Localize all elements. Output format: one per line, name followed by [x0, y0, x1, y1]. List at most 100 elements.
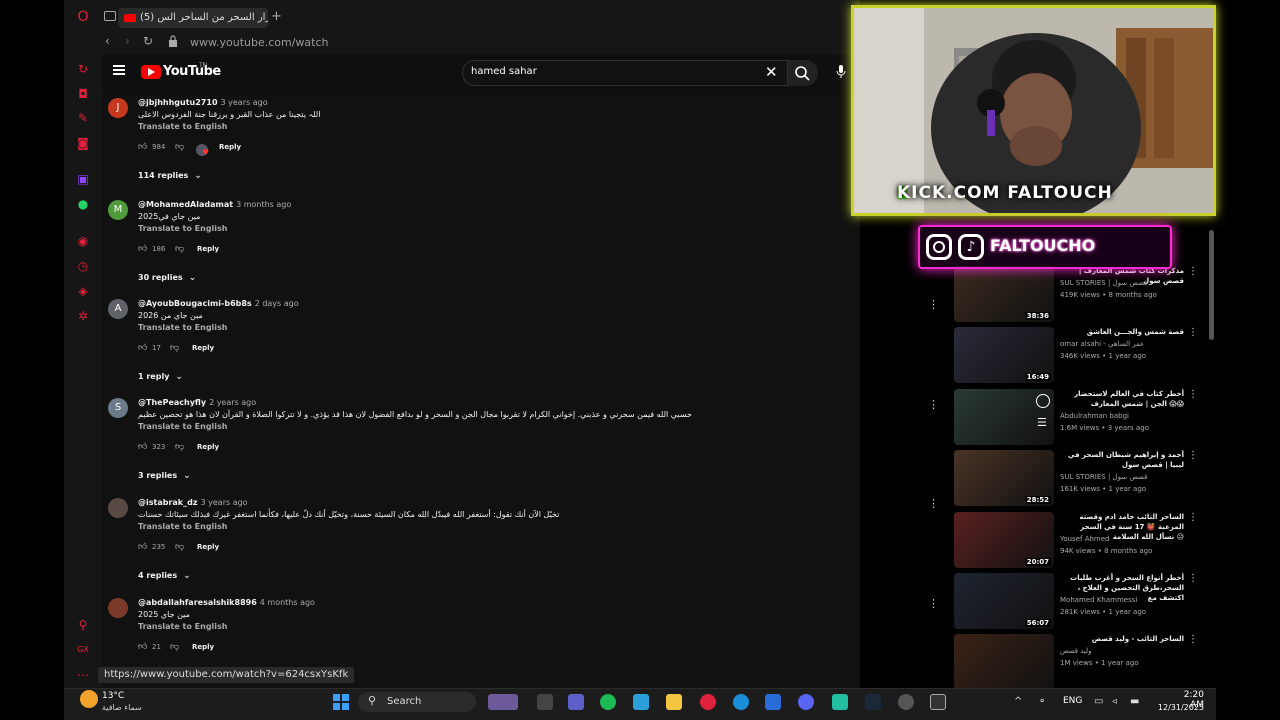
scrollbar[interactable] — [1209, 230, 1214, 340]
comment-author[interactable]: @ThePeachyfly 2 years ago — [138, 398, 256, 407]
avatar[interactable] — [108, 598, 128, 618]
clock-date[interactable]: 12/31/2025 — [1150, 703, 1204, 712]
bag-icon[interactable]: ◘ — [76, 87, 90, 101]
video-menu-icon[interactable]: ⋮ — [1188, 450, 1198, 461]
watch-later-icon[interactable] — [1036, 394, 1050, 408]
video-thumbnail[interactable]: 28:52 — [954, 450, 1054, 506]
store-icon[interactable] — [765, 694, 781, 710]
tray-mic-icon[interactable]: ⚬ — [1038, 696, 1046, 707]
task-view-icon[interactable] — [537, 694, 553, 710]
comment-menu-icon[interactable]: ⋮ — [928, 597, 939, 610]
avatar[interactable] — [108, 498, 128, 518]
avatar[interactable]: M — [108, 200, 128, 220]
like-icon[interactable]: 👍︎ — [138, 343, 148, 353]
file-explorer-icon[interactable] — [666, 694, 682, 710]
video-title[interactable]: الساحر التائب - وليد قصص — [1060, 634, 1184, 644]
recommended-video[interactable]: 20:07 الساحر التائب حامد ادم وقصته المرع… — [954, 512, 1204, 568]
more-icon[interactable]: ⋯ — [76, 668, 90, 682]
network-icon[interactable]: ▭ — [1094, 696, 1103, 707]
like-icon[interactable]: 👍︎ — [138, 244, 148, 254]
record-icon[interactable]: ◉ — [76, 234, 90, 248]
video-menu-icon[interactable]: ⋮ — [1188, 327, 1198, 338]
weather-description[interactable]: سماء صافية — [102, 703, 142, 712]
translate-link[interactable]: Translate to English — [138, 622, 228, 631]
avatar[interactable]: A — [108, 299, 128, 319]
reply-button[interactable]: Reply — [197, 543, 219, 551]
add-to-queue-icon[interactable]: ☰ — [1037, 416, 1047, 429]
settings-icon[interactable]: ✲ — [76, 309, 90, 323]
channel-name[interactable]: SUL STORIES | قصص سول — [1060, 278, 1184, 288]
like-icon[interactable]: 👍︎ — [138, 142, 148, 152]
comment-author[interactable]: @jbjhhhgutu2710 3 years ago — [138, 98, 268, 107]
reply-button[interactable]: Reply — [192, 344, 214, 352]
channel-name[interactable]: omar alsahi - عمر الساهي — [1060, 339, 1184, 349]
spotify-icon[interactable] — [600, 694, 616, 710]
clear-search-icon[interactable]: ✕ — [765, 63, 778, 81]
battery-icon[interactable]: ▬ — [1130, 696, 1139, 707]
dislike-icon[interactable]: 👎︎ — [170, 343, 180, 353]
view-replies-button[interactable]: 4 replies ⌄ — [138, 571, 191, 581]
dislike-icon[interactable]: 👎︎ — [170, 642, 180, 652]
reply-button[interactable]: Reply — [197, 443, 219, 451]
pencil-icon[interactable]: ✎ — [76, 111, 90, 125]
video-thumbnail[interactable]: 38:36 — [954, 266, 1054, 322]
dislike-icon[interactable]: 👎︎ — [175, 442, 185, 452]
comment-author[interactable]: @istabrak_dz 3 years ago — [138, 498, 248, 507]
comment-timestamp[interactable]: 3 years ago — [221, 98, 268, 107]
recommended-video[interactable]: 38:36 مذكرات كتاب شمس المعارف | قصص سول … — [954, 266, 1204, 322]
video-thumbnail[interactable]: 56:07 — [954, 573, 1054, 629]
opera-logo-icon[interactable]: O — [76, 10, 90, 24]
view-replies-button[interactable]: 114 replies ⌄ — [138, 171, 202, 181]
avatar[interactable]: S — [108, 398, 128, 418]
recommended-video[interactable]: أخطر كتاب في العالم لاستحضار الجن | شمس … — [954, 389, 1204, 445]
search-button[interactable] — [788, 60, 818, 86]
opera-gx-icon[interactable] — [700, 694, 716, 710]
workspaces-icon[interactable] — [104, 11, 116, 21]
channel-name[interactable]: Abdulrahman babgi — [1060, 411, 1184, 421]
dislike-icon[interactable]: 👎︎ — [175, 142, 185, 152]
dislike-icon[interactable]: 👎︎ — [175, 542, 185, 552]
comment-menu-icon[interactable]: ⋮ — [928, 497, 939, 510]
video-menu-icon[interactable]: ⋮ — [1188, 389, 1198, 400]
clock-icon[interactable]: ◷ — [76, 259, 90, 273]
like-icon[interactable]: 👍︎ — [138, 642, 148, 652]
history-icon[interactable]: ↻ — [76, 62, 90, 76]
twitch-icon[interactable]: ▣ — [76, 172, 90, 186]
video-menu-icon[interactable]: ⋮ — [1188, 573, 1198, 584]
recommended-video[interactable]: 56:07 أخطر أنواع السحر و أغرب طلبات السح… — [954, 573, 1204, 629]
new-tab-button[interactable]: + — [271, 9, 282, 24]
comment-timestamp[interactable]: 4 months ago — [260, 598, 315, 607]
avatar[interactable]: J — [108, 98, 128, 118]
discord-icon[interactable] — [798, 694, 814, 710]
language-indicator[interactable]: ENG — [1063, 696, 1082, 706]
translate-link[interactable]: Translate to English — [138, 422, 228, 431]
recommended-video[interactable]: 28:52 أحمد و إبراهيم شيطان السحر في ليبي… — [954, 450, 1204, 506]
microphone-icon[interactable] — [836, 64, 846, 80]
steam-icon[interactable] — [865, 694, 881, 710]
hamburger-menu-icon[interactable] — [113, 65, 125, 75]
obs-icon[interactable] — [898, 694, 914, 710]
youtube-wordmark[interactable]: YouTube — [163, 64, 221, 79]
tray-expand-icon[interactable]: ^ — [1014, 696, 1022, 707]
volume-icon[interactable]: ◃ — [1112, 696, 1117, 707]
edge-icon[interactable] — [733, 694, 749, 710]
view-replies-button[interactable]: 1 reply ⌄ — [138, 372, 183, 382]
channel-name[interactable]: وليد قصص — [1060, 646, 1184, 656]
comment-author[interactable]: @AyoubBougacimi-b6b8s 2 days ago — [138, 299, 299, 308]
widgets-icon[interactable] — [488, 694, 518, 710]
weather-sun-icon[interactable] — [80, 690, 98, 708]
comment-menu-icon[interactable]: ⋮ — [928, 398, 939, 411]
youtube-logo-icon[interactable] — [141, 65, 161, 79]
channel-name[interactable]: Yousef Ahmed — [1060, 534, 1184, 544]
video-title[interactable]: أخطر كتاب في العالم لاستحضار الجن | شمس … — [1060, 389, 1184, 409]
browser-tab[interactable]: (5) أسرار السحر من الساحر الس — [118, 8, 268, 28]
cube-icon[interactable]: ◈ — [76, 284, 90, 298]
gx-icon[interactable]: GX — [76, 643, 90, 657]
comment-author[interactable]: @abdallahfaresalshik8896 4 months ago — [138, 598, 315, 607]
forward-icon[interactable]: › — [125, 34, 130, 48]
recommended-video[interactable]: الساحر التائب - وليد قصص وليد قصص 1M vie… — [954, 634, 1204, 690]
reply-button[interactable]: Reply — [219, 143, 241, 151]
windows-start-icon[interactable] — [333, 694, 349, 710]
video-thumbnail[interactable]: 16:49 — [954, 327, 1054, 383]
url-field[interactable]: www.youtube.com/watch — [190, 36, 329, 49]
